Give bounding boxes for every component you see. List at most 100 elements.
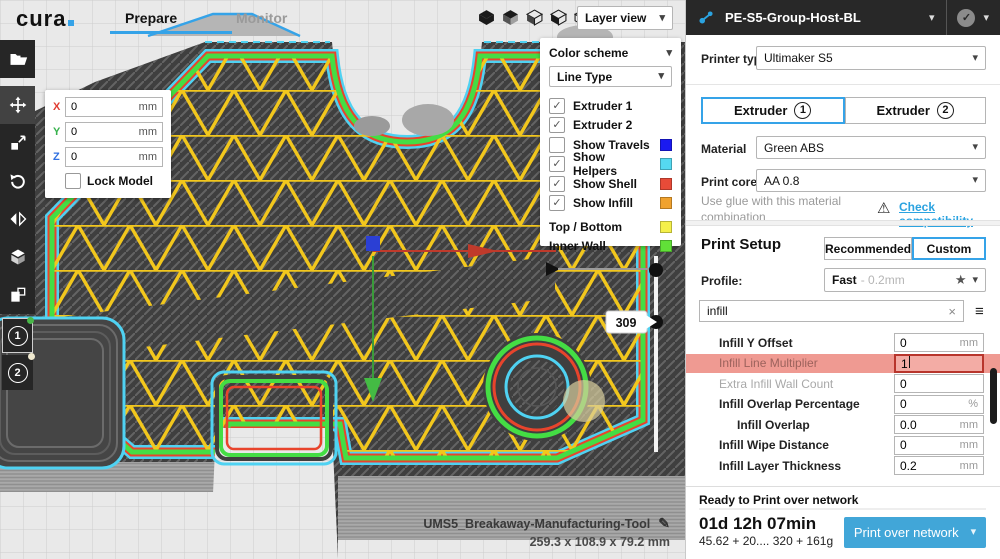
recommended-mode-button[interactable]: Recommended — [824, 237, 912, 260]
setting-input[interactable]: 0 — [894, 374, 984, 393]
z-position-input[interactable]: 0mm — [65, 147, 163, 167]
material-usage-estimate: 45.62 + 20.... 320 + 161g — [699, 534, 833, 548]
logo-dot-icon — [68, 20, 74, 26]
settings-scrollbar[interactable] — [990, 368, 997, 424]
print-core-label: Print core — [701, 175, 757, 189]
print-setup-title: Print Setup — [701, 236, 781, 253]
chevron-down-icon: ▾ — [929, 11, 935, 24]
model-filename: UMS5_Breakaway-Manufacturing-Tool — [423, 517, 650, 531]
x-position-input[interactable]: 0mm — [65, 97, 163, 117]
rotate-tool-button[interactable] — [0, 162, 35, 200]
extruder-1-checkbox[interactable] — [549, 98, 565, 114]
y-position-input[interactable]: 0mm — [65, 122, 163, 142]
machine-name: PE-S5-Group-Host-BL — [725, 10, 929, 25]
status-progress-bar — [699, 508, 986, 510]
setting-input[interactable]: 0mm — [894, 436, 984, 455]
active-tab-underline — [110, 31, 232, 34]
material-label: Material — [701, 142, 746, 156]
lock-model-checkbox[interactable] — [65, 173, 81, 189]
chevron-down-icon: ▾ — [972, 142, 978, 153]
print-over-network-button[interactable]: Print over network▾ — [844, 517, 986, 548]
setting-row: Infill Layer Thickness 0.2mm — [686, 456, 1000, 475]
lock-model-label: Lock Model — [87, 174, 153, 188]
mirror-icon — [8, 209, 28, 229]
setting-input[interactable]: 0.2mm — [894, 456, 984, 475]
material-dropdown[interactable]: Green ABS▾ — [756, 136, 986, 159]
show-infill-checkbox[interactable] — [549, 195, 565, 211]
per-model-settings-icon — [8, 247, 28, 267]
line-type-dropdown[interactable]: Line Type▾ — [549, 66, 672, 87]
chevron-down-icon: ▾ — [972, 175, 978, 186]
tab-prepare[interactable]: Prepare — [125, 10, 177, 26]
show-shell-checkbox[interactable] — [549, 176, 565, 192]
chevron-down-icon: ▾ — [659, 13, 665, 24]
chevron-down-icon: ▾ — [658, 71, 664, 82]
chevron-down-icon: ▾ — [972, 275, 978, 286]
setting-row-highlighted: Infill Line Multiplier 1 — [686, 354, 1000, 373]
setting-row: Infill Overlap Percentage 0% — [686, 395, 1000, 414]
print-core-dropdown[interactable]: AA 0.8▾ — [756, 169, 986, 192]
show-helpers-checkbox[interactable] — [549, 156, 565, 172]
tab-monitor[interactable]: Monitor — [236, 10, 287, 26]
rotate-icon — [8, 171, 28, 191]
extruder-1-tab[interactable]: Extruder 1 — [701, 97, 845, 124]
color-scheme-title: Color scheme — [549, 46, 628, 60]
color-scheme-panel: Color scheme ▾ Line Type▾ Extruder 1 Ext… — [540, 38, 681, 246]
profile-dropdown[interactable]: Fast - 0.2mm ★ ▾ — [824, 268, 986, 292]
custom-mode-button[interactable]: Custom — [912, 237, 986, 260]
chevron-down-icon[interactable]: ▾ — [983, 11, 989, 24]
settings-menu-icon[interactable]: ≡ — [975, 303, 984, 320]
svg-text:309: 309 — [616, 316, 637, 330]
setting-row: Extra Infill Wall Count 0 — [686, 374, 1000, 393]
connection-status-icon[interactable]: ✓ — [957, 9, 975, 27]
mirror-tool-button[interactable] — [0, 200, 35, 238]
footer-divider — [686, 486, 1000, 487]
per-model-settings-button[interactable] — [0, 238, 35, 276]
scale-icon — [8, 133, 28, 153]
z-axis-label: Z — [53, 151, 65, 163]
cura-app: 309 cura Prepare Monitor Layer view▾ — [0, 0, 1000, 559]
move-tool-button[interactable] — [0, 86, 35, 124]
extruder-2-checkbox[interactable] — [549, 117, 565, 133]
gizmo-handle — [366, 236, 380, 251]
shell-color-swatch — [660, 178, 672, 190]
layer-slider-top-handle[interactable] — [649, 263, 663, 277]
printer-type-dropdown[interactable]: Ultimaker S5▾ — [756, 46, 986, 70]
view-mode-dropdown[interactable]: Layer view▾ — [577, 6, 673, 30]
cura-logo: cura — [16, 6, 74, 32]
setting-input-focused[interactable]: 1 — [894, 354, 984, 373]
travels-color-swatch — [660, 139, 672, 151]
setting-input[interactable]: 0% — [894, 395, 984, 414]
star-icon[interactable]: ★ — [955, 272, 967, 288]
extruder-2-select-button[interactable]: 2 — [2, 355, 33, 390]
extruder-1-select-button[interactable]: 1 — [2, 318, 33, 353]
setting-input[interactable]: 0mm — [894, 333, 984, 352]
model-dimensions: 259.3 x 108.9 x 79.2 mm — [530, 535, 670, 549]
warning-icon: ⚠ — [877, 199, 890, 217]
open-file-button[interactable] — [0, 40, 35, 78]
support-blocker-icon — [8, 285, 28, 305]
section-divider — [686, 220, 1000, 226]
view-layers-icon-1[interactable] — [526, 9, 543, 26]
view-layers-icon-2[interactable] — [550, 9, 567, 26]
view-solid-icon[interactable] — [478, 9, 495, 26]
settings-search-input[interactable]: infill × — [699, 300, 964, 322]
support-blocker-button[interactable] — [0, 276, 35, 314]
print-time-estimate: 01d 12h 07min — [699, 514, 816, 534]
profile-label: Profile: — [701, 274, 742, 288]
view-xray-icon[interactable] — [502, 9, 519, 26]
clear-search-icon[interactable]: × — [948, 304, 956, 319]
network-printer-icon — [698, 9, 715, 26]
chevron-down-icon: ▾ — [972, 53, 978, 64]
machine-selector[interactable]: PE-S5-Group-Host-BL ▾ ✓ ▾ — [686, 0, 1000, 35]
y-axis-label: Y — [53, 126, 65, 138]
extruder-2-tab[interactable]: Extruder 2 — [845, 97, 987, 124]
setting-row: Infill Overlap 0.0mm — [686, 415, 1000, 434]
rename-pencil-icon[interactable]: ✎ — [658, 515, 670, 532]
scale-tool-button[interactable] — [0, 124, 35, 162]
inner-wall-color-swatch — [660, 240, 672, 252]
show-travels-checkbox[interactable] — [549, 137, 565, 153]
chevron-down-icon[interactable]: ▾ — [666, 48, 672, 59]
folder-open-icon — [8, 49, 28, 69]
setting-input[interactable]: 0.0mm — [894, 415, 984, 434]
